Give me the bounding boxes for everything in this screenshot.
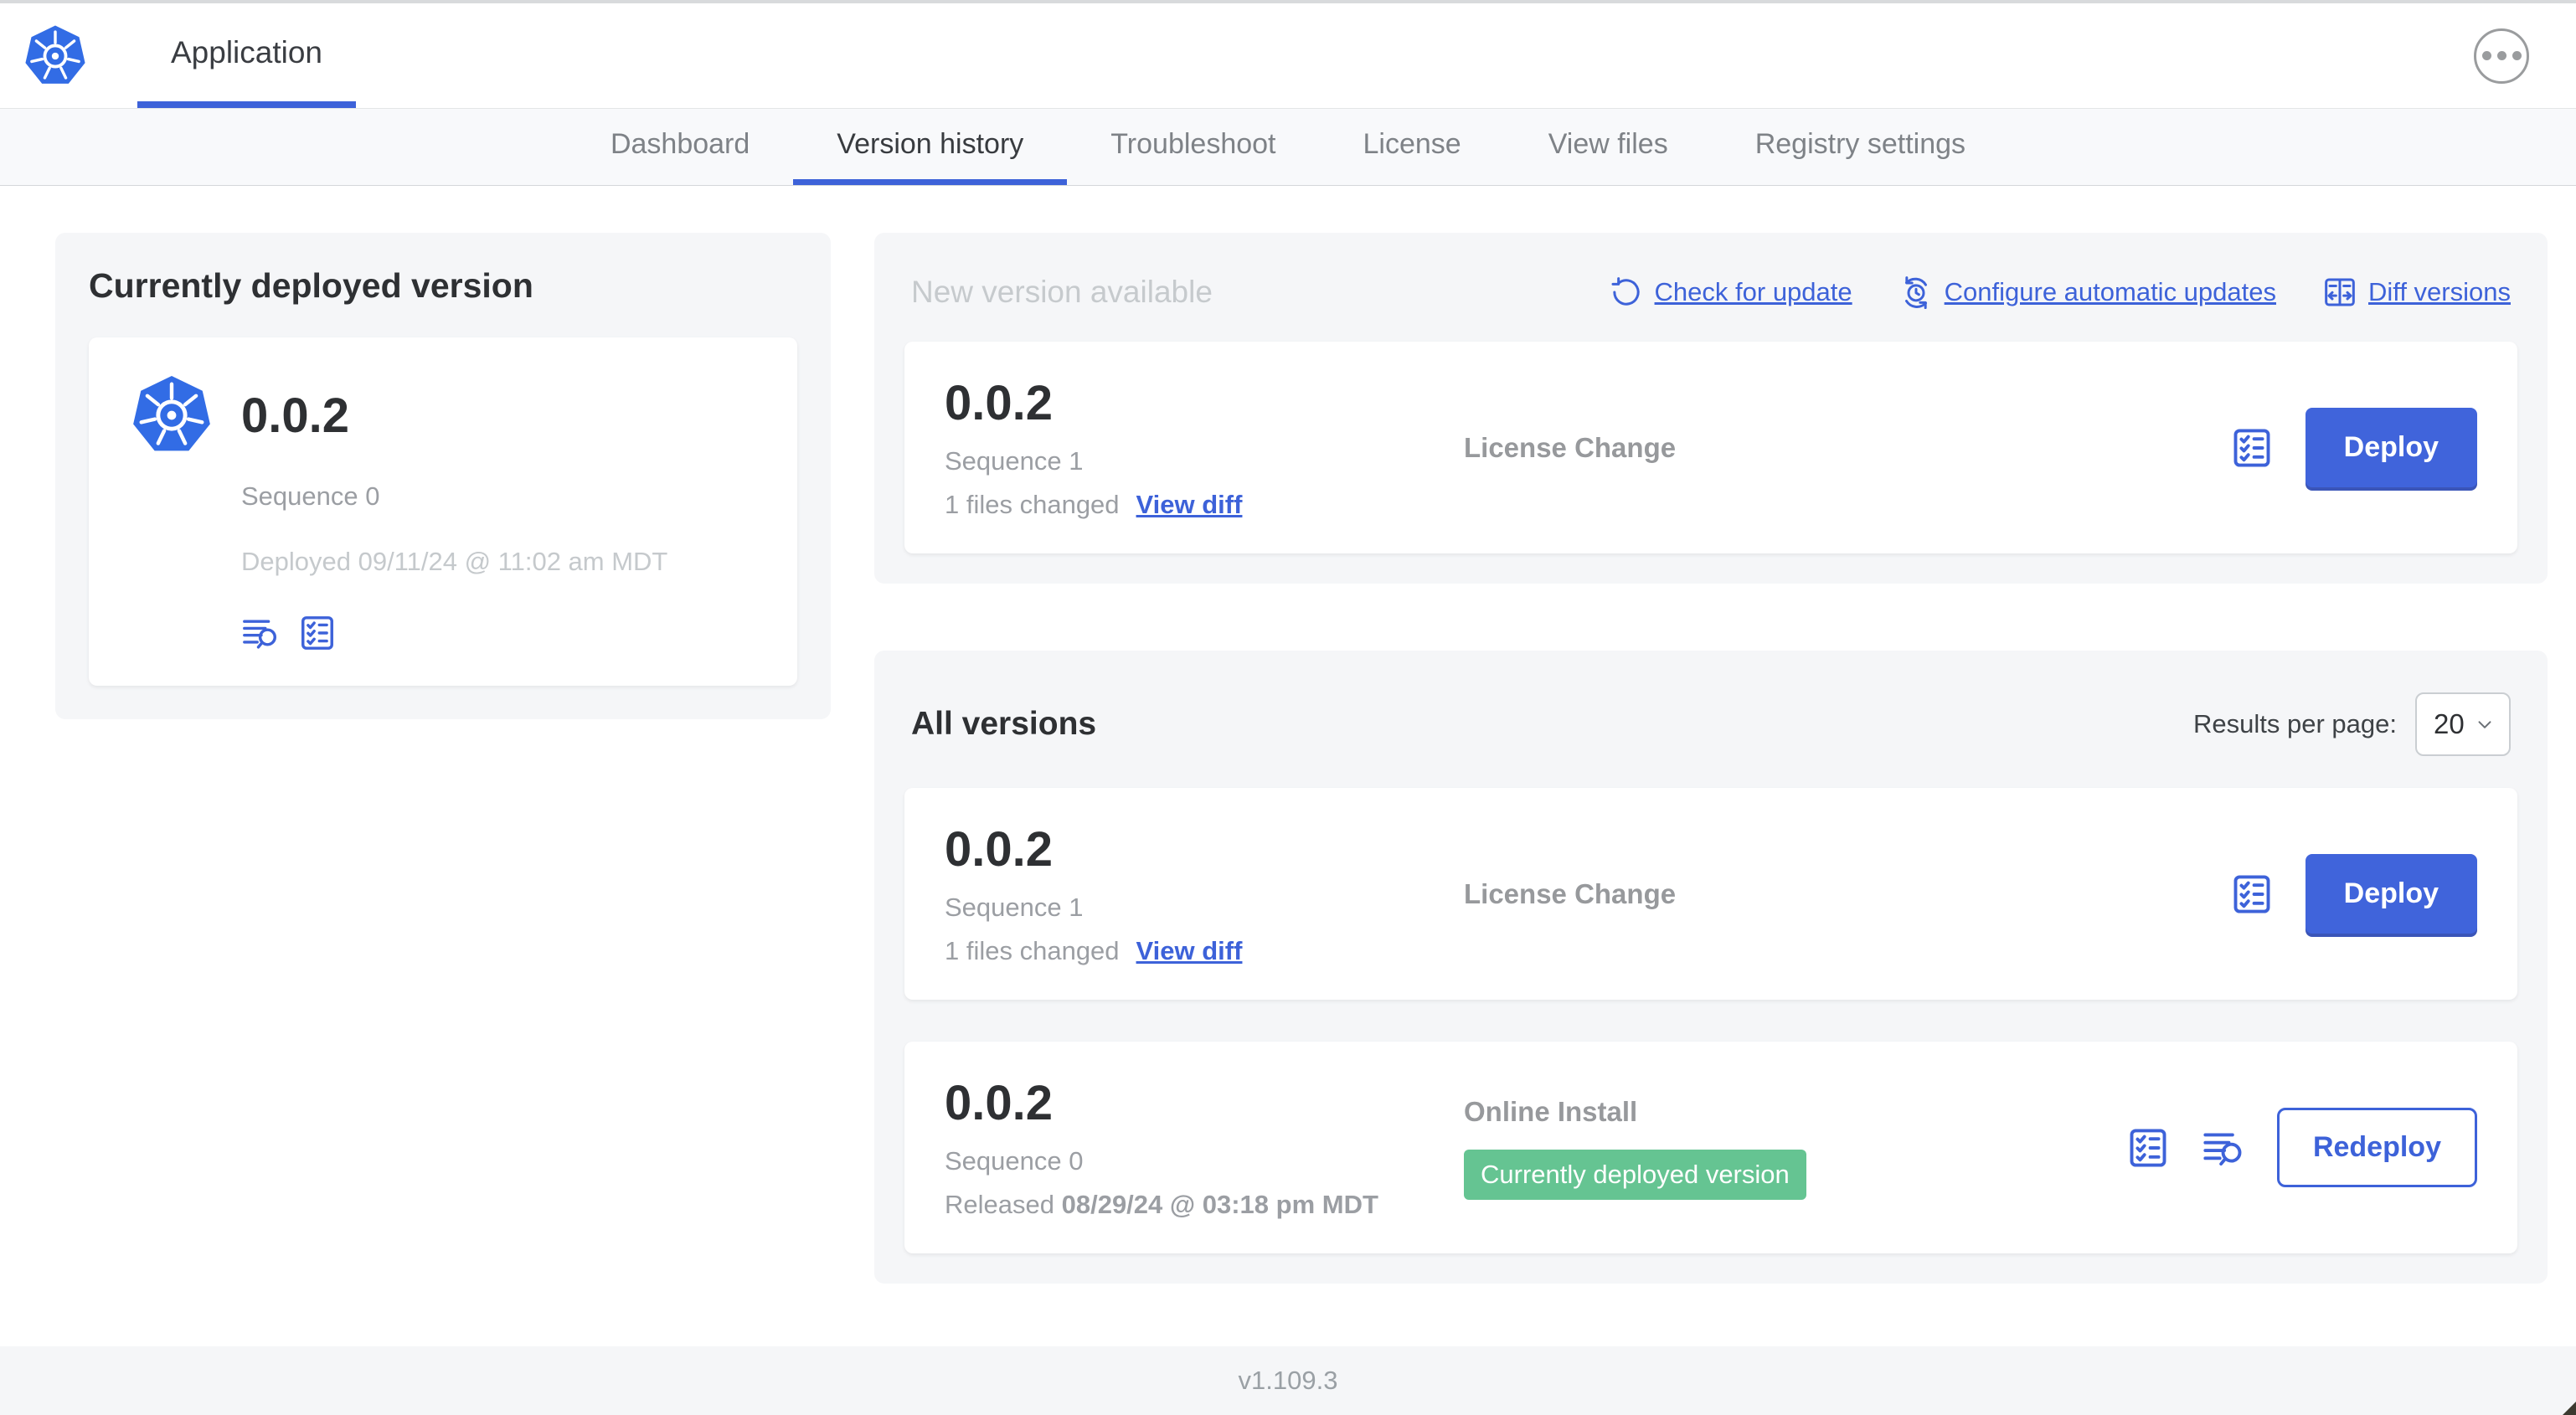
currently-deployed-title: Currently deployed version xyxy=(89,266,533,305)
deployed-version-number: 0.0.2 xyxy=(241,388,349,443)
cursor-artifact xyxy=(2563,1402,2576,1415)
tab-dashboard[interactable]: Dashboard xyxy=(567,109,793,185)
main-content: Currently deployed version 0.0.2 Sequenc… xyxy=(0,186,2576,1349)
released-timestamp: Released 08/29/24 @ 03:18 pm MDT xyxy=(945,1190,1378,1219)
tab-view-files[interactable]: View files xyxy=(1505,109,1712,185)
deployed-sequence-label: Sequence 0 xyxy=(241,481,380,511)
tab-version-history[interactable]: Version history xyxy=(793,109,1068,185)
version-source-label: Online Install xyxy=(1464,1095,1638,1127)
files-changed-label: 1 files changed xyxy=(945,936,1120,965)
chevron-down-icon xyxy=(2474,713,2496,735)
version-row: 0.0.2 Sequence 0 Released 08/29/24 @ 03:… xyxy=(904,1042,2517,1253)
version-source-label: License Change xyxy=(1464,877,1677,909)
redeploy-button[interactable]: Redeploy xyxy=(2276,1108,2477,1187)
ellipsis-icon xyxy=(2512,51,2522,60)
all-versions-section: All versions Results per page: 20 0.0.2 … xyxy=(874,651,2548,1284)
results-per-page-select[interactable]: 20 xyxy=(2415,692,2511,756)
new-version-title: New version available xyxy=(911,275,1213,309)
footer: v1.109.3 xyxy=(0,1346,2576,1415)
tab-license[interactable]: License xyxy=(1320,109,1505,185)
clock-rotate-icon xyxy=(1899,275,1933,309)
preflight-checklist-icon[interactable] xyxy=(298,614,337,652)
view-logs-icon[interactable] xyxy=(241,614,280,652)
results-per-page-label: Results per page: xyxy=(2193,709,2397,738)
sequence-label: Sequence 0 xyxy=(945,1146,1084,1176)
diff-versions-link[interactable]: Diff versions xyxy=(2323,275,2511,309)
version-source-label: License Change xyxy=(1464,431,1677,463)
app-icon xyxy=(131,374,213,456)
refresh-icon xyxy=(1610,275,1643,309)
configure-automatic-updates-link[interactable]: Configure automatic updates xyxy=(1899,275,2276,309)
app-header: Application xyxy=(0,3,2576,109)
version-number: 0.0.2 xyxy=(945,1076,1053,1130)
deployed-version-card: 0.0.2 Sequence 0 Deployed 09/11/24 @ 11:… xyxy=(89,337,797,686)
sequence-label: Sequence 1 xyxy=(945,446,1084,476)
preflight-checklist-icon[interactable] xyxy=(2230,872,2274,916)
more-options-button[interactable] xyxy=(2474,28,2529,84)
preflight-checklist-icon[interactable] xyxy=(2230,426,2274,470)
version-row: 0.0.2 Sequence 1 1 files changed View di… xyxy=(904,788,2517,1000)
version-number: 0.0.2 xyxy=(945,376,1053,430)
files-changed-label: 1 files changed xyxy=(945,490,1120,519)
view-diff-link[interactable]: View diff xyxy=(1136,936,1243,966)
new-version-card: 0.0.2 Sequence 1 1 files changed View di… xyxy=(904,342,2517,553)
currently-deployed-panel: Currently deployed version 0.0.2 Sequenc… xyxy=(55,233,831,719)
version-number: 0.0.2 xyxy=(945,822,1053,877)
deployed-timestamp: Deployed 09/11/24 @ 11:02 am MDT xyxy=(241,547,668,576)
tab-registry-settings[interactable]: Registry settings xyxy=(1712,109,2009,185)
check-for-update-link[interactable]: Check for update xyxy=(1610,275,1852,309)
app-title: Application xyxy=(171,34,323,69)
deploy-button[interactable]: Deploy xyxy=(2305,854,2477,934)
app-nav-tabs: Dashboard Version history Troubleshoot L… xyxy=(0,109,2576,186)
view-logs-icon[interactable] xyxy=(2202,1126,2245,1170)
tab-troubleshoot[interactable]: Troubleshoot xyxy=(1067,109,1319,185)
ellipsis-icon xyxy=(2481,51,2491,60)
right-column: New version available Check for update C… xyxy=(874,233,2548,1284)
ellipsis-icon xyxy=(2496,51,2506,60)
kubernetes-logo-icon xyxy=(23,24,87,88)
app-tab-application[interactable]: Application xyxy=(137,3,357,108)
console-version: v1.109.3 xyxy=(1238,1366,1338,1395)
all-versions-title: All versions xyxy=(911,706,1097,742)
diff-icon xyxy=(2323,275,2357,309)
deploy-button[interactable]: Deploy xyxy=(2305,408,2477,487)
preflight-checklist-icon[interactable] xyxy=(2126,1126,2170,1170)
new-version-section: New version available Check for update C… xyxy=(874,233,2548,584)
sequence-label: Sequence 1 xyxy=(945,893,1084,922)
view-diff-link[interactable]: View diff xyxy=(1136,490,1243,520)
currently-deployed-badge: Currently deployed version xyxy=(1464,1149,1806,1200)
